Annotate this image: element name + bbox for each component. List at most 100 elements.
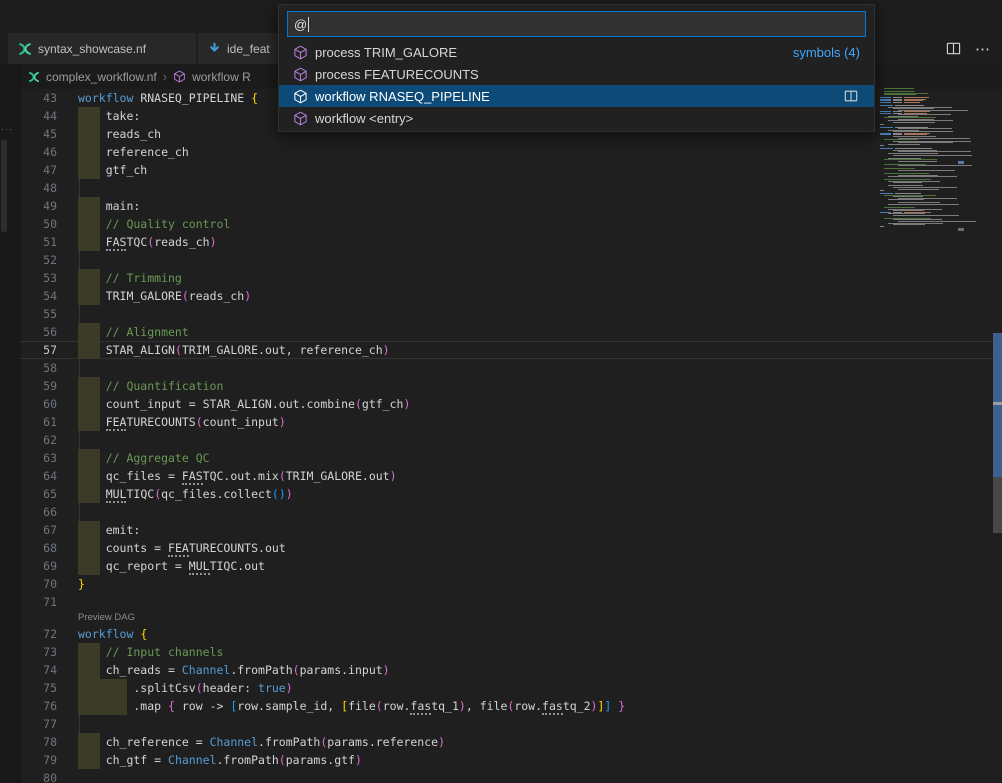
line-number[interactable]: 79 <box>20 751 57 769</box>
code-line[interactable]: 80 <box>20 769 993 783</box>
code-line[interactable]: 62 <box>20 431 993 449</box>
line-number[interactable]: 67 <box>20 521 57 539</box>
code-line[interactable]: 63 // Aggregate QC <box>20 449 993 467</box>
quick-open-item[interactable]: process FEATURECOUNTS <box>279 63 874 85</box>
line-number[interactable]: 53 <box>20 269 57 287</box>
tab-syntax-showcase[interactable]: syntax_showcase.nf <box>8 33 196 64</box>
code-line[interactable]: 57 STAR_ALIGN(TRIM_GALORE.out, reference… <box>20 341 993 359</box>
line-number[interactable]: 77 <box>20 715 57 733</box>
line-number[interactable]: 65 <box>20 485 57 503</box>
line-number[interactable]: 60 <box>20 395 57 413</box>
line-number[interactable]: 62 <box>20 431 57 449</box>
scrollbar-slider[interactable] <box>993 477 1002 533</box>
code-line[interactable]: 49 main: <box>20 197 993 215</box>
code-text: // Alignment <box>78 323 189 341</box>
line-number[interactable]: 51 <box>20 233 57 251</box>
code-line[interactable]: 50 // Quality control <box>20 215 993 233</box>
code-editor[interactable]: 43workflow RNASEQ_PIPELINE {44 take:45 r… <box>20 89 993 783</box>
symbols-count-badge[interactable]: symbols (4) <box>793 45 860 60</box>
line-number[interactable]: 73 <box>20 643 57 661</box>
line-number[interactable]: 78 <box>20 733 57 751</box>
line-number[interactable]: 46 <box>20 143 57 161</box>
nextflow-icon <box>18 42 32 56</box>
code-line[interactable]: 52 <box>20 251 993 269</box>
line-number[interactable]: 80 <box>20 769 57 783</box>
line-number[interactable]: 76 <box>20 697 57 715</box>
code-line[interactable]: 60 count_input = STAR_ALIGN.out.combine(… <box>20 395 993 413</box>
minimap[interactable] <box>880 88 960 268</box>
line-number[interactable]: 54 <box>20 287 57 305</box>
line-number[interactable]: 69 <box>20 557 57 575</box>
code-text: gtf_ch <box>78 161 147 179</box>
code-line[interactable]: 56 // Alignment <box>20 323 993 341</box>
code-line[interactable]: 65 MULTIQC(qc_files.collect()) <box>20 485 993 503</box>
breadcrumb-symbol[interactable]: workflow R <box>192 70 251 84</box>
code-line[interactable]: 72workflow { <box>20 625 993 643</box>
code-line[interactable]: 47 gtf_ch <box>20 161 993 179</box>
line-number[interactable]: 59 <box>20 377 57 395</box>
line-number[interactable]: 50 <box>20 215 57 233</box>
overflow-dots-icon[interactable]: ··· <box>1 124 13 134</box>
line-number[interactable]: 45 <box>20 125 57 143</box>
line-number[interactable]: 61 <box>20 413 57 431</box>
code-line[interactable]: 55 <box>20 305 993 323</box>
code-line[interactable]: 61 FEATURECOUNTS(count_input) <box>20 413 993 431</box>
breadcrumb-file[interactable]: complex_workflow.nf <box>46 70 157 84</box>
code-line[interactable]: 74 ch_reads = Channel.fromPath(params.in… <box>20 661 993 679</box>
line-number[interactable]: 55 <box>20 305 57 323</box>
code-line[interactable]: 75 .splitCsv(header: true) <box>20 679 993 697</box>
line-number[interactable]: 63 <box>20 449 57 467</box>
code-line[interactable]: 76 .map { row -> [row.sample_id, [file(r… <box>20 697 993 715</box>
line-number[interactable]: 74 <box>20 661 57 679</box>
code-text: workflow RNASEQ_PIPELINE { <box>78 89 258 107</box>
line-number[interactable]: 70 <box>20 575 57 593</box>
open-to-side-icon[interactable] <box>844 89 858 103</box>
line-number[interactable]: 66 <box>20 503 57 521</box>
quick-open-input[interactable]: @ <box>287 11 866 37</box>
minimap-decoration <box>958 228 964 231</box>
line-number[interactable]: 57 <box>20 341 57 359</box>
line-number[interactable]: 44 <box>20 107 57 125</box>
quick-open-item[interactable]: process TRIM_GALOREsymbols (4) <box>279 41 874 63</box>
code-line[interactable]: 68 counts = FEATURECOUNTS.out <box>20 539 993 557</box>
code-line[interactable]: 79 ch_gtf = Channel.fromPath(params.gtf) <box>20 751 993 769</box>
split-editor-icon[interactable] <box>946 41 961 56</box>
code-line[interactable]: 54 TRIM_GALORE(reads_ch) <box>20 287 993 305</box>
code-text: .map { row -> [row.sample_id, [file(row.… <box>78 697 625 715</box>
codelens-preview-dag[interactable]: Preview DAG <box>78 611 135 625</box>
code-line[interactable]: 77 <box>20 715 993 733</box>
code-line[interactable]: 67 emit: <box>20 521 993 539</box>
code-text: qc_report = MULTIQC.out <box>78 557 265 575</box>
line-number[interactable]: 71 <box>20 593 57 611</box>
line-number[interactable]: 72 <box>20 625 57 643</box>
code-line[interactable]: 53 // Trimming <box>20 269 993 287</box>
line-number[interactable]: 48 <box>20 179 57 197</box>
line-number[interactable]: 43 <box>20 89 57 107</box>
left-strip-slider[interactable] <box>1 140 7 232</box>
code-text: ch_gtf = Channel.fromPath(params.gtf) <box>78 751 362 769</box>
line-number[interactable]: 68 <box>20 539 57 557</box>
line-number[interactable]: 64 <box>20 467 57 485</box>
code-line[interactable]: 46 reference_ch <box>20 143 993 161</box>
line-number[interactable]: 52 <box>20 251 57 269</box>
more-actions-icon[interactable]: ⋯ <box>975 40 990 58</box>
line-number[interactable]: 75 <box>20 679 57 697</box>
code-line[interactable]: 71 <box>20 593 993 611</box>
code-line[interactable]: 70} <box>20 575 993 593</box>
line-number[interactable]: 58 <box>20 359 57 377</box>
code-line[interactable]: 73 // Input channels <box>20 643 993 661</box>
code-line[interactable]: 59 // Quantification <box>20 377 993 395</box>
code-line[interactable]: 78 ch_reference = Channel.fromPath(param… <box>20 733 993 751</box>
quick-open-item[interactable]: workflow RNASEQ_PIPELINE <box>279 85 874 107</box>
line-number[interactable]: 47 <box>20 161 57 179</box>
code-line[interactable]: 64 qc_files = FASTQC.out.mix(TRIM_GALORE… <box>20 467 993 485</box>
quick-open-item[interactable]: workflow <entry> <box>279 107 874 129</box>
code-line[interactable]: 51 FASTQC(reads_ch) <box>20 233 993 251</box>
code-line[interactable]: 58 <box>20 359 993 377</box>
scrollbar[interactable] <box>993 88 1002 783</box>
code-line[interactable]: 69 qc_report = MULTIQC.out <box>20 557 993 575</box>
line-number[interactable]: 49 <box>20 197 57 215</box>
line-number[interactable]: 56 <box>20 323 57 341</box>
code-line[interactable]: 66 <box>20 503 993 521</box>
code-line[interactable]: 48 <box>20 179 993 197</box>
